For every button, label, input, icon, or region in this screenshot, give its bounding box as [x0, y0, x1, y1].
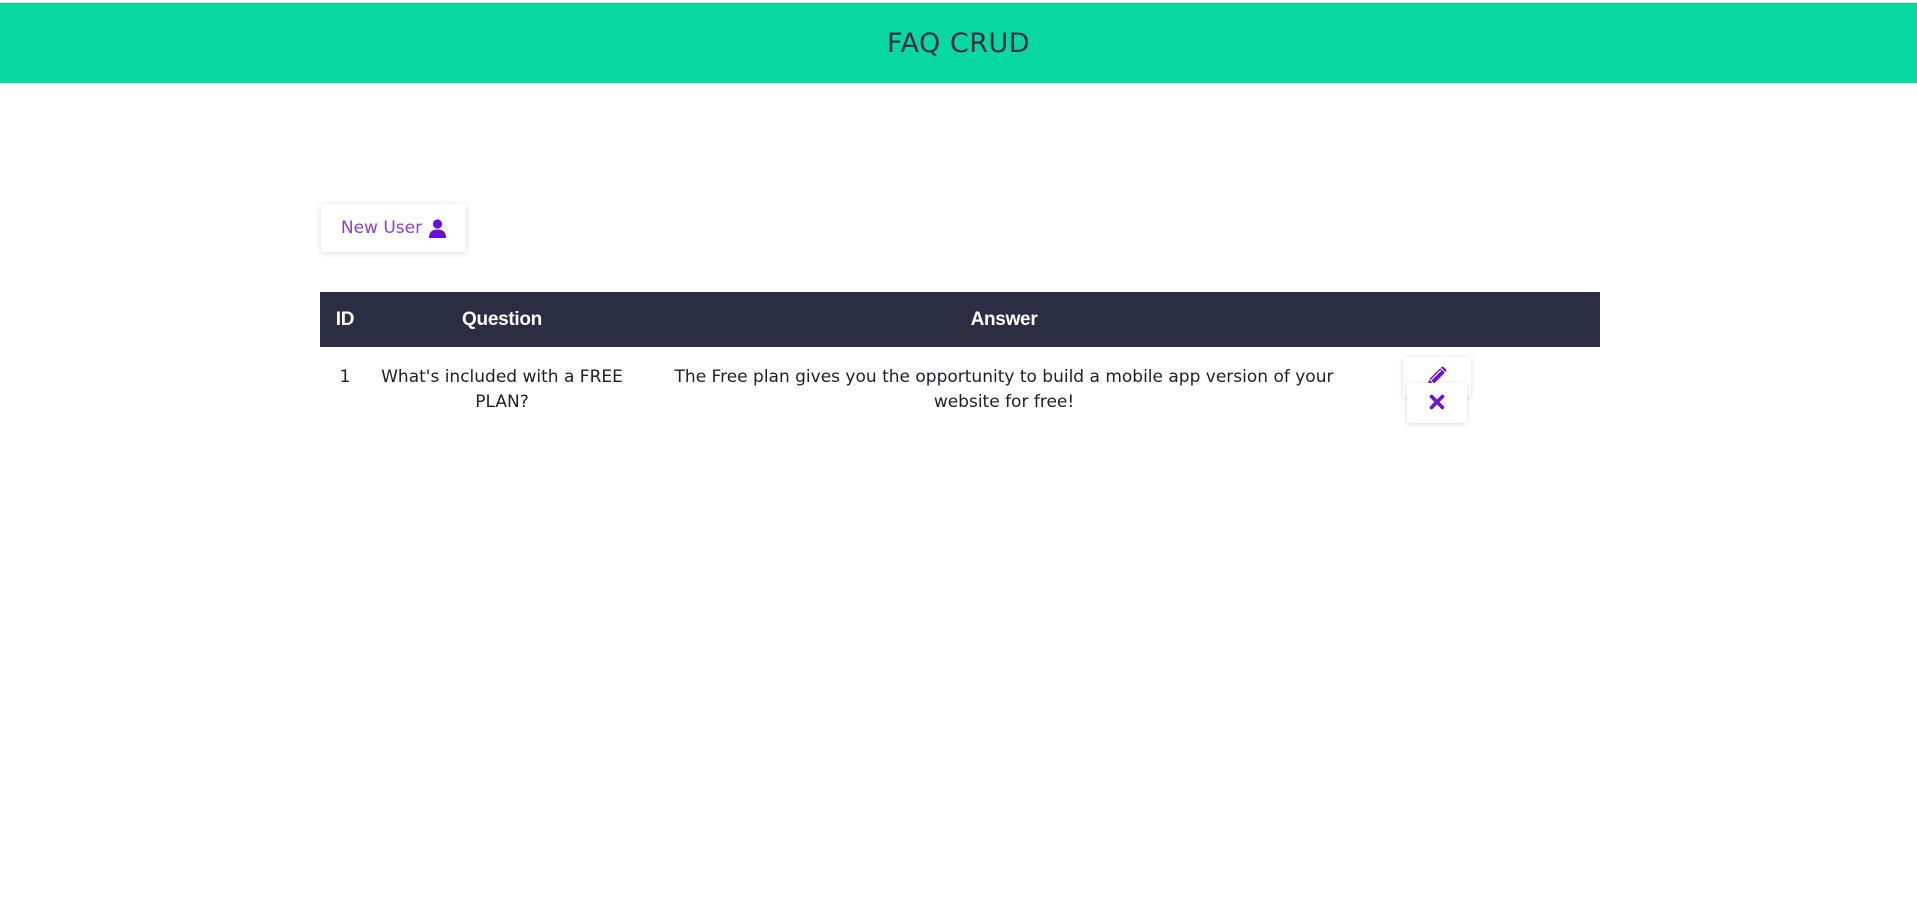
column-header-question: Question [462, 308, 542, 330]
new-user-label: New User [340, 218, 423, 238]
column-header-actions [1374, 292, 1600, 347]
table-row: 1 What's included with a FREE PLAN? The … [320, 347, 1600, 447]
faq-table: ID Question Answer 1 What's included wit… [320, 292, 1600, 447]
cell-id: 1 [339, 367, 351, 387]
cell-answer: The Free plan gives you the opportunity … [674, 367, 1334, 412]
page: FAQ CRUD New User ID Question Answer 1 W… [0, 0, 1917, 905]
user-icon [429, 218, 447, 238]
table-header: ID Question Answer [320, 292, 1600, 347]
column-header-answer: Answer [970, 308, 1038, 330]
cell-actions [1374, 347, 1600, 447]
column-header-id: ID [335, 308, 355, 330]
new-user-button[interactable]: New User [321, 204, 466, 252]
page-title: FAQ CRUD [886, 27, 1031, 59]
table-body: 1 What's included with a FREE PLAN? The … [320, 347, 1600, 447]
cell-question: What's included with a FREE PLAN? [381, 367, 623, 412]
app-header: FAQ CRUD [0, 3, 1917, 83]
close-icon [1429, 394, 1445, 413]
delete-button[interactable] [1407, 383, 1467, 423]
table-header-row: ID Question Answer [320, 292, 1600, 347]
